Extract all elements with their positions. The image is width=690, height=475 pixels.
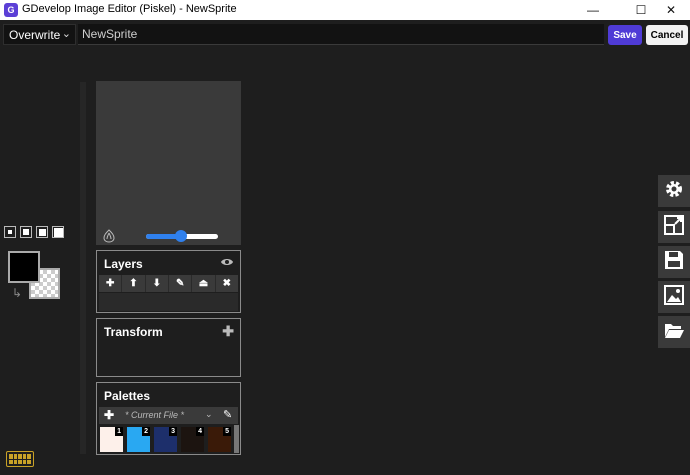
animation-preview (96, 81, 241, 245)
palette-scrollbar[interactable] (234, 425, 239, 453)
swatch-number: 3 (169, 427, 177, 436)
eye-icon[interactable] (220, 255, 234, 271)
chevron-down-icon: ⌄ (61, 28, 71, 40)
fps-slider-fill (146, 234, 179, 239)
tool-strip (80, 82, 86, 454)
pen-size-4[interactable] (52, 226, 64, 238)
palette-select[interactable]: * Current File * (125, 410, 184, 420)
palettes-panel: Palettes ✚ * Current File * ⌄ ✎ 1 2 3 4 … (96, 382, 241, 455)
pen-size-1[interactable] (4, 226, 16, 238)
move-layer-up-button[interactable]: ⬆ (122, 275, 146, 292)
palette-swatch[interactable]: 1 (100, 427, 123, 452)
rename-layer-button[interactable]: ✎ (169, 275, 193, 292)
onion-skin-icon[interactable] (102, 229, 116, 243)
image-icon (663, 284, 685, 311)
palette-swatch[interactable]: 3 (154, 427, 177, 452)
palettes-title: Palettes (104, 389, 151, 403)
palette-toolbar: ✚ * Current File * ⌄ ✎ (99, 407, 238, 424)
settings-button[interactable] (658, 175, 690, 207)
chevron-down-icon: ⌄ (205, 409, 213, 419)
resize-icon (663, 214, 685, 241)
layers-toolbar: ✚ ⬆ ⬇ ✎ ⏏ ✖ (99, 275, 238, 292)
delete-layer-button[interactable]: ✖ (216, 275, 238, 292)
mode-select-value: Overwrite (9, 27, 61, 42)
pen-size-3[interactable] (36, 226, 48, 238)
plus-icon[interactable]: ✚ (222, 323, 234, 340)
sprite-name-input[interactable]: NewSprite (78, 24, 604, 45)
close-window-button[interactable]: ✕ (652, 0, 690, 20)
layers-list (99, 293, 238, 311)
add-layer-button[interactable]: ✚ (99, 275, 123, 292)
transform-title: Transform (104, 325, 163, 339)
export-button[interactable] (658, 281, 690, 313)
swatch-number: 5 (223, 427, 231, 436)
folder-open-icon (663, 319, 685, 346)
layers-title: Layers (104, 257, 143, 271)
swatch-number: 1 (115, 427, 123, 436)
keyboard-icon[interactable] (6, 451, 34, 467)
save-icon (663, 249, 685, 276)
pen-size-2[interactable] (20, 226, 32, 238)
fps-slider-thumb[interactable] (175, 230, 187, 242)
merge-layer-button[interactable]: ⏏ (192, 275, 216, 292)
palette-swatch[interactable]: 5 (208, 427, 231, 452)
primary-color-swatch[interactable] (8, 251, 40, 283)
swatch-number: 4 (196, 427, 204, 436)
move-layer-down-button[interactable]: ⬇ (146, 275, 169, 292)
resize-button[interactable] (658, 211, 690, 243)
minimize-button[interactable]: — (574, 0, 612, 20)
swatch-number: 2 (142, 427, 150, 436)
gear-icon (663, 178, 685, 205)
swap-colors-icon[interactable]: ↳ (12, 286, 22, 300)
edit-palette-button[interactable]: ✎ (223, 408, 232, 421)
window-titlebar: G GDevelop Image Editor (Piskel) - NewSp… (0, 0, 690, 20)
add-palette-button[interactable]: ✚ (104, 408, 114, 422)
layers-panel: Layers ✚ ⬆ ⬇ ✎ ⏏ ✖ (96, 250, 241, 313)
transform-body (99, 343, 238, 375)
save-file-button[interactable] (658, 246, 690, 278)
window-title: GDevelop Image Editor (Piskel) - NewSpri… (22, 3, 237, 15)
save-button[interactable]: Save (608, 25, 642, 45)
cancel-button[interactable]: Cancel (646, 25, 688, 45)
import-button[interactable] (658, 316, 690, 348)
palette-swatch[interactable]: 4 (181, 427, 204, 452)
mode-select[interactable]: Overwrite ⌄ (3, 24, 76, 45)
gdevelop-logo-icon: G (4, 3, 18, 17)
transform-panel: Transform ✚ (96, 318, 241, 377)
palette-swatch[interactable]: 2 (127, 427, 150, 452)
